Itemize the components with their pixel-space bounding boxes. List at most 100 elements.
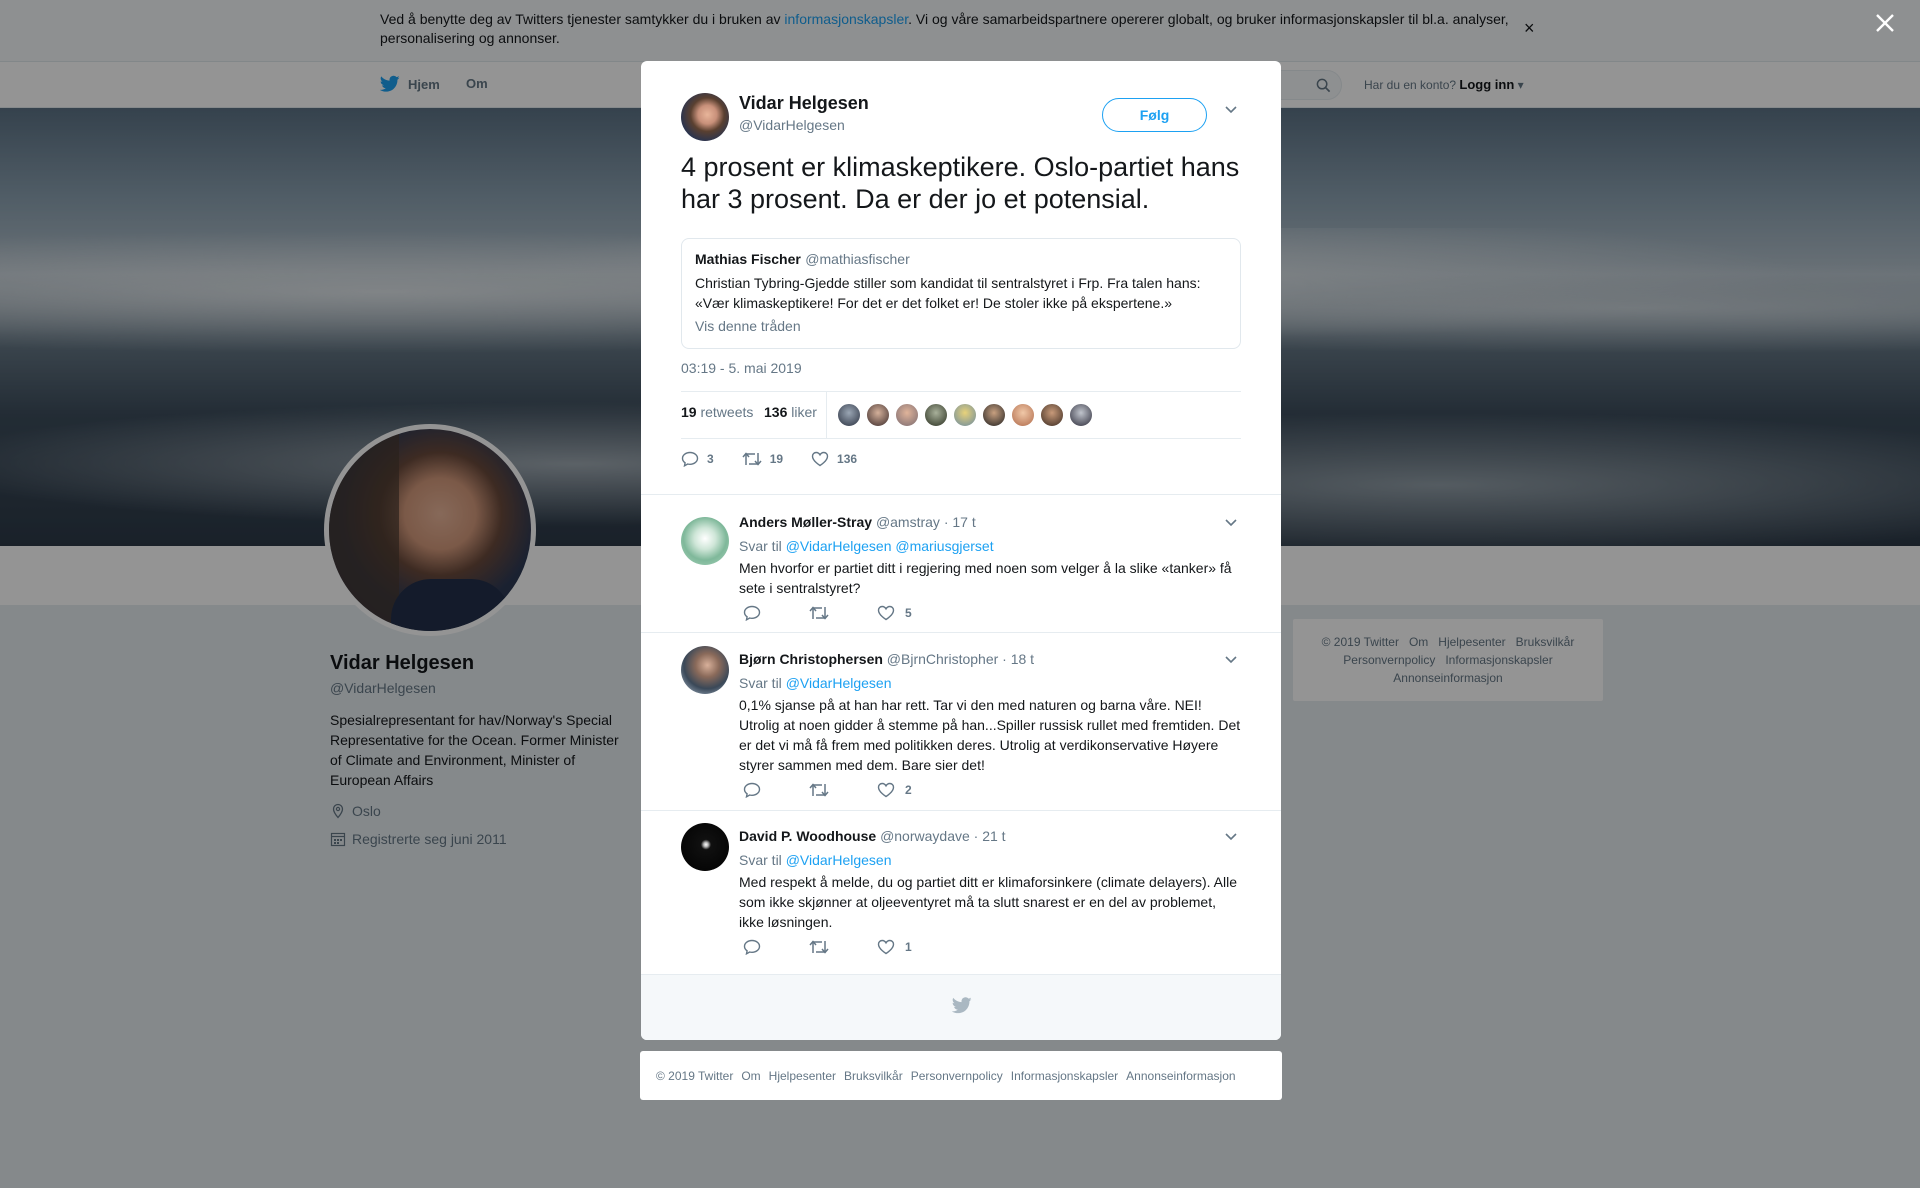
- reply-mentions[interactable]: @VidarHelgesen @mariusgjerset: [786, 538, 994, 554]
- reply-actions: 5: [743, 605, 960, 621]
- like-button[interactable]: 1: [877, 939, 912, 955]
- likes-label: liker: [791, 404, 817, 420]
- footer-link-privacy[interactable]: Personvernpolicy: [911, 1069, 1003, 1083]
- tweet-timestamp[interactable]: 03:19 - 5. mai 2019: [681, 360, 802, 376]
- tweet-modal: Vidar Helgesen @VidarHelgesen Følg 4 pro…: [641, 61, 1281, 1040]
- like-count: 136: [837, 452, 858, 466]
- reply-text: Men hvorfor er partiet ditt i regjering …: [739, 560, 1232, 596]
- retweet-button[interactable]: [809, 782, 829, 798]
- quoted-tweet[interactable]: Mathias Fischer @mathiasfischer Christia…: [681, 238, 1241, 349]
- show-thread-link[interactable]: Vis denne tråden: [695, 318, 1227, 334]
- reply-header: Bjørn Christophersen @BjrnChristopher · …: [739, 651, 1034, 667]
- chevron-down-icon[interactable]: [1224, 518, 1238, 528]
- reply-time[interactable]: · 17 t: [944, 514, 976, 530]
- retweets-stat[interactable]: 19 retweets: [681, 404, 753, 420]
- liker-avatar[interactable]: [924, 403, 948, 427]
- chevron-down-icon[interactable]: [1224, 655, 1238, 665]
- footer-link-terms[interactable]: Bruksvilkår: [844, 1069, 903, 1083]
- reply-author-avatar[interactable]: [681, 646, 729, 694]
- footer-link-help[interactable]: Hjelpesenter: [769, 1069, 836, 1083]
- reply-author-handle[interactable]: @amstray: [876, 514, 940, 530]
- reply-author-avatar[interactable]: [681, 517, 729, 565]
- reply-to-line: Svar til @VidarHelgesen: [739, 675, 891, 691]
- like-button[interactable]: 2: [877, 782, 912, 798]
- reply-icon: [743, 605, 761, 621]
- reply-mentions[interactable]: @VidarHelgesen: [786, 852, 892, 868]
- reply-header: Anders Møller-Stray @amstray · 17 t: [739, 514, 976, 530]
- reply-author-name[interactable]: David P. Woodhouse: [739, 828, 876, 844]
- close-icon[interactable]: [1874, 12, 1898, 36]
- liker-avatar[interactable]: [1040, 403, 1064, 427]
- modal-footer: [641, 974, 1281, 1040]
- reply-icon: [743, 939, 761, 955]
- reply-author-handle[interactable]: @BjrnChristopher: [887, 651, 998, 667]
- reply-header: David P. Woodhouse @norwaydave · 21 t: [739, 828, 1006, 844]
- likes-stat[interactable]: 136 liker: [764, 404, 817, 420]
- reply-mentions[interactable]: @VidarHelgesen: [786, 675, 892, 691]
- reply-actions: 1: [743, 939, 960, 955]
- liker-avatar[interactable]: [982, 403, 1006, 427]
- like-button[interactable]: 5: [877, 605, 912, 621]
- liker-avatar[interactable]: [837, 403, 861, 427]
- reply-text: Med respekt å melde, du og partiet ditt …: [739, 874, 1237, 930]
- reply-author-name[interactable]: Anders Møller-Stray: [739, 514, 872, 530]
- liker-avatar[interactable]: [1069, 403, 1093, 427]
- heart-icon: [877, 939, 895, 955]
- reply-to-line: Svar til @VidarHelgesen @mariusgjerset: [739, 538, 994, 554]
- liker-avatar[interactable]: [1011, 403, 1035, 427]
- quoted-author-handle: @mathiasfischer: [805, 251, 910, 267]
- reply-author-handle[interactable]: @norwaydave: [880, 828, 970, 844]
- retweet-count: 19: [769, 452, 784, 466]
- reply-button[interactable]: [743, 782, 761, 798]
- footer-link-about[interactable]: Om: [741, 1069, 760, 1083]
- reply-to-line: Svar til @VidarHelgesen: [739, 852, 891, 868]
- heart-icon: [877, 782, 895, 798]
- retweet-icon: [809, 783, 829, 797]
- heart-icon: [811, 451, 829, 467]
- like-count: 5: [905, 606, 912, 620]
- retweet-button[interactable]: [809, 939, 829, 955]
- reply-author-name[interactable]: Bjørn Christophersen: [739, 651, 883, 667]
- likes-count: 136: [764, 404, 788, 420]
- chevron-down-icon[interactable]: [1224, 105, 1238, 115]
- tweet-author-avatar[interactable]: [681, 93, 729, 141]
- like-count: 1: [905, 940, 912, 954]
- retweets-label: retweets: [700, 404, 754, 420]
- reply-tweet[interactable]: Bjørn Christophersen @BjrnChristopher · …: [641, 632, 1281, 810]
- reply-actions: 2: [743, 782, 960, 798]
- heart-icon: [877, 605, 895, 621]
- tweet-stats: 19 retweets 136 liker: [681, 391, 1241, 439]
- reply-text: 0,1% sjanse på at han har rett. Tar vi d…: [739, 697, 1241, 773]
- reply-icon: [681, 451, 699, 467]
- tweet-actions: 3 19 136: [681, 451, 885, 467]
- reply-button[interactable]: 3: [681, 451, 714, 467]
- tweet-author-name[interactable]: Vidar Helgesen: [739, 93, 869, 114]
- reply-time[interactable]: · 21 t: [974, 828, 1006, 844]
- liker-avatar[interactable]: [895, 403, 919, 427]
- chevron-down-icon[interactable]: [1224, 832, 1238, 842]
- footer-link-cookies[interactable]: Informasjonskapsler: [1011, 1069, 1118, 1083]
- reply-tweet[interactable]: Anders Møller-Stray @amstray · 17 t Svar…: [641, 494, 1281, 632]
- like-button[interactable]: 136: [811, 451, 857, 467]
- footer-link-ads-info[interactable]: Annonseinformasjon: [1126, 1069, 1235, 1083]
- reply-to-label: Svar til: [739, 538, 782, 554]
- liker-avatar[interactable]: [866, 403, 890, 427]
- stats-divider: [826, 392, 827, 438]
- retweet-icon: [742, 452, 762, 466]
- reply-button[interactable]: [743, 605, 761, 621]
- reply-tweet[interactable]: David P. Woodhouse @norwaydave · 21 t Sv…: [641, 810, 1281, 974]
- liker-avatar[interactable]: [953, 403, 977, 427]
- retweet-button[interactable]: [809, 605, 829, 621]
- reply-count: 3: [707, 452, 714, 466]
- reply-time[interactable]: · 18 t: [1002, 651, 1034, 667]
- tweet-author-handle[interactable]: @VidarHelgesen: [739, 117, 845, 133]
- retweet-icon: [809, 606, 829, 620]
- follow-button[interactable]: Følg: [1102, 98, 1207, 132]
- quoted-author-name: Mathias Fischer: [695, 251, 801, 267]
- reply-author-avatar[interactable]: [681, 823, 729, 871]
- retweets-count: 19: [681, 404, 697, 420]
- reply-button[interactable]: [743, 939, 761, 955]
- retweet-icon: [809, 940, 829, 954]
- quoted-tweet-text: Christian Tybring-Gjedde stiller som kan…: [695, 275, 1201, 311]
- retweet-button[interactable]: 19: [742, 451, 783, 467]
